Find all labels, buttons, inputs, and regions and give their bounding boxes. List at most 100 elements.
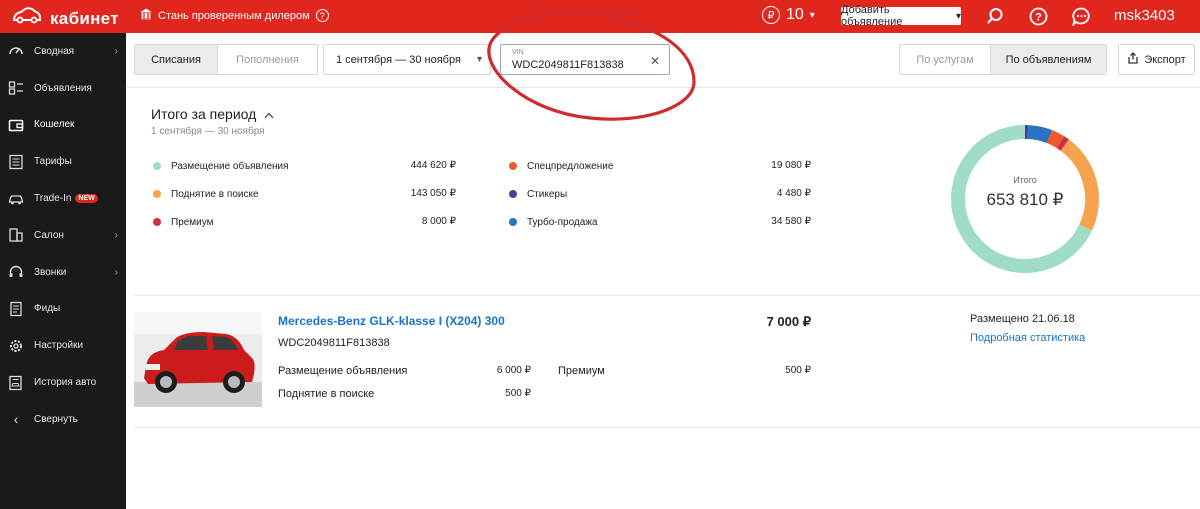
sidebar: Сводная › Объявления Кошелек Тарифы Trad… [0, 33, 126, 509]
sidebar-item-calls[interactable]: Звонки › [0, 254, 126, 291]
listing-total: 7 000 ₽ [766, 314, 811, 329]
tab-by-services[interactable]: По услугам [900, 45, 990, 74]
tab-topups[interactable]: Пополнения [217, 45, 317, 74]
divider [134, 427, 1200, 428]
sidebar-item-label: Фиды [34, 303, 61, 315]
legend-value: 4 480 ₽ [776, 188, 811, 199]
legend-item: Поднятие в поиске [153, 187, 259, 201]
summary-period: 1 сентября — 30 ноября [151, 126, 265, 137]
donut-segment [1056, 136, 1069, 151]
donut-segment [1060, 139, 1099, 231]
legend-label: Поднятие в поиске [171, 188, 259, 200]
legend-item: Премиум [153, 215, 214, 229]
legend-value: 34 580 ₽ [771, 216, 811, 227]
view-tabs: По услугам По объявлениям [899, 44, 1107, 75]
balance[interactable]: ₽ 10 ▾ [762, 6, 815, 24]
summary-toggle[interactable]: Итого за период [151, 106, 274, 122]
sidebar-item-car-history[interactable]: История авто [0, 364, 126, 401]
legend-value: 143 050 ₽ [410, 188, 456, 199]
logo[interactable]: кабинет [12, 6, 119, 31]
sidebar-collapse[interactable]: ‹ Свернуть [0, 401, 126, 438]
sidebar-item-tariffs[interactable]: Тарифы [0, 143, 126, 180]
export-label: Экспорт [1144, 53, 1186, 66]
listing-vin: WDC2049811F813838 [278, 337, 390, 349]
period-value: 1 сентября — 30 ноября [336, 53, 461, 66]
car-icon [8, 191, 24, 207]
legend-label: Премиум [171, 216, 214, 228]
legend-dot [509, 218, 517, 226]
legend-value: 444 620 ₽ [410, 160, 456, 171]
chevron-up-icon [264, 106, 274, 122]
service-label: Размещение объявления [278, 365, 408, 377]
building-icon [8, 227, 24, 243]
logo-text: кабинет [50, 8, 119, 28]
list-icon [8, 80, 24, 96]
legend-value: 19 080 ₽ [771, 160, 811, 171]
sidebar-item-listings[interactable]: Объявления [0, 70, 126, 107]
user-menu[interactable]: msk3403 [1114, 7, 1175, 24]
sidebar-item-trade-in[interactable]: Trade-In NEW [0, 180, 126, 217]
sidebar-item-label: Звонки [34, 266, 67, 278]
chevron-right-icon: › [114, 229, 118, 241]
sidebar-item-wallet[interactable]: Кошелек [0, 107, 126, 144]
help-circle-icon[interactable]: ? [1028, 6, 1048, 26]
svg-text:?: ? [1035, 11, 1042, 23]
sidebar-item-settings[interactable]: Настройки [0, 327, 126, 364]
chevron-right-icon: › [114, 266, 118, 278]
add-listing-button[interactable]: Добавить объявление ▾ [841, 4, 961, 28]
tab-by-listings[interactable]: По объявлениям [990, 45, 1106, 74]
bank-icon [139, 8, 153, 23]
donut-segment [1046, 130, 1065, 149]
vin-label: VIN [512, 49, 524, 56]
legend-label: Турбо-продажа [527, 216, 598, 228]
tariff-icon [8, 154, 24, 170]
headset-icon [8, 264, 24, 280]
service-value: 6 000 ₽ [496, 365, 531, 376]
placed-date: Размещено 21.06.18 [970, 313, 1075, 325]
help-icon: ? [315, 9, 329, 22]
legend-label: Спецпредложение [527, 160, 614, 172]
service-value: 500 ₽ [785, 365, 811, 376]
legend-dot [509, 190, 517, 198]
sidebar-item-label: Кошелек [34, 119, 75, 131]
gauge-icon [8, 43, 24, 59]
vin-value: WDC2049811F813838 [512, 59, 624, 71]
close-icon[interactable]: ✕ [650, 54, 660, 68]
new-badge: NEW [75, 194, 98, 204]
sidebar-item-feeds[interactable]: Фиды [0, 291, 126, 328]
export-icon [1127, 52, 1139, 67]
summary-title: Итого за период [151, 106, 257, 122]
legend-item: Стикеры [509, 187, 567, 201]
legend-value: 8 000 ₽ [421, 216, 456, 227]
sidebar-item-label: Тарифы [34, 156, 72, 168]
verified-dealer-link[interactable]: Стань проверенным дилером ? [139, 8, 329, 23]
tab-writeoffs[interactable]: Списания [135, 45, 217, 74]
sidebar-item-label: Салон [34, 229, 64, 241]
detailed-stats-link[interactable]: Подробная статистика [970, 332, 1085, 344]
sidebar-item-label: Настройки [34, 340, 84, 352]
legend-dot [153, 218, 161, 226]
period-select[interactable]: 1 сентября — 30 ноября ▾ [323, 44, 491, 75]
listing-title-link[interactable]: Mercedes-Benz GLK-klasse I (X204) 300 [278, 314, 505, 328]
car-photo[interactable] [134, 312, 262, 407]
divider [134, 295, 1200, 296]
chat-icon[interactable] [1071, 6, 1091, 26]
chevron-down-icon: ▾ [809, 9, 815, 21]
sidebar-item-salon[interactable]: Салон › [0, 217, 126, 254]
document-icon [8, 301, 24, 317]
sidebar-item-summary[interactable]: Сводная › [0, 33, 126, 70]
vin-input[interactable]: VIN WDC2049811F813838 ✕ [500, 44, 670, 75]
filters-bar: Списания Пополнения 1 сентября — 30 нояб… [126, 33, 1200, 88]
export-button[interactable]: Экспорт [1118, 44, 1195, 75]
legend-dot [153, 162, 161, 170]
service-value: 500 ₽ [505, 388, 531, 399]
chevron-down-icon: ▾ [955, 10, 961, 22]
legend-item: Спецпредложение [509, 159, 613, 173]
sidebar-item-label: Свернуть [34, 413, 78, 425]
donut-total-value: 653 810 ₽ [986, 190, 1064, 209]
legend-item: Турбо-продажа [509, 215, 598, 229]
sidebar-item-label: Сводная [34, 45, 75, 57]
sidebar-item-label: Объявления [34, 82, 92, 94]
balance-value: 10 [786, 6, 804, 23]
search-icon[interactable] [985, 6, 1005, 26]
